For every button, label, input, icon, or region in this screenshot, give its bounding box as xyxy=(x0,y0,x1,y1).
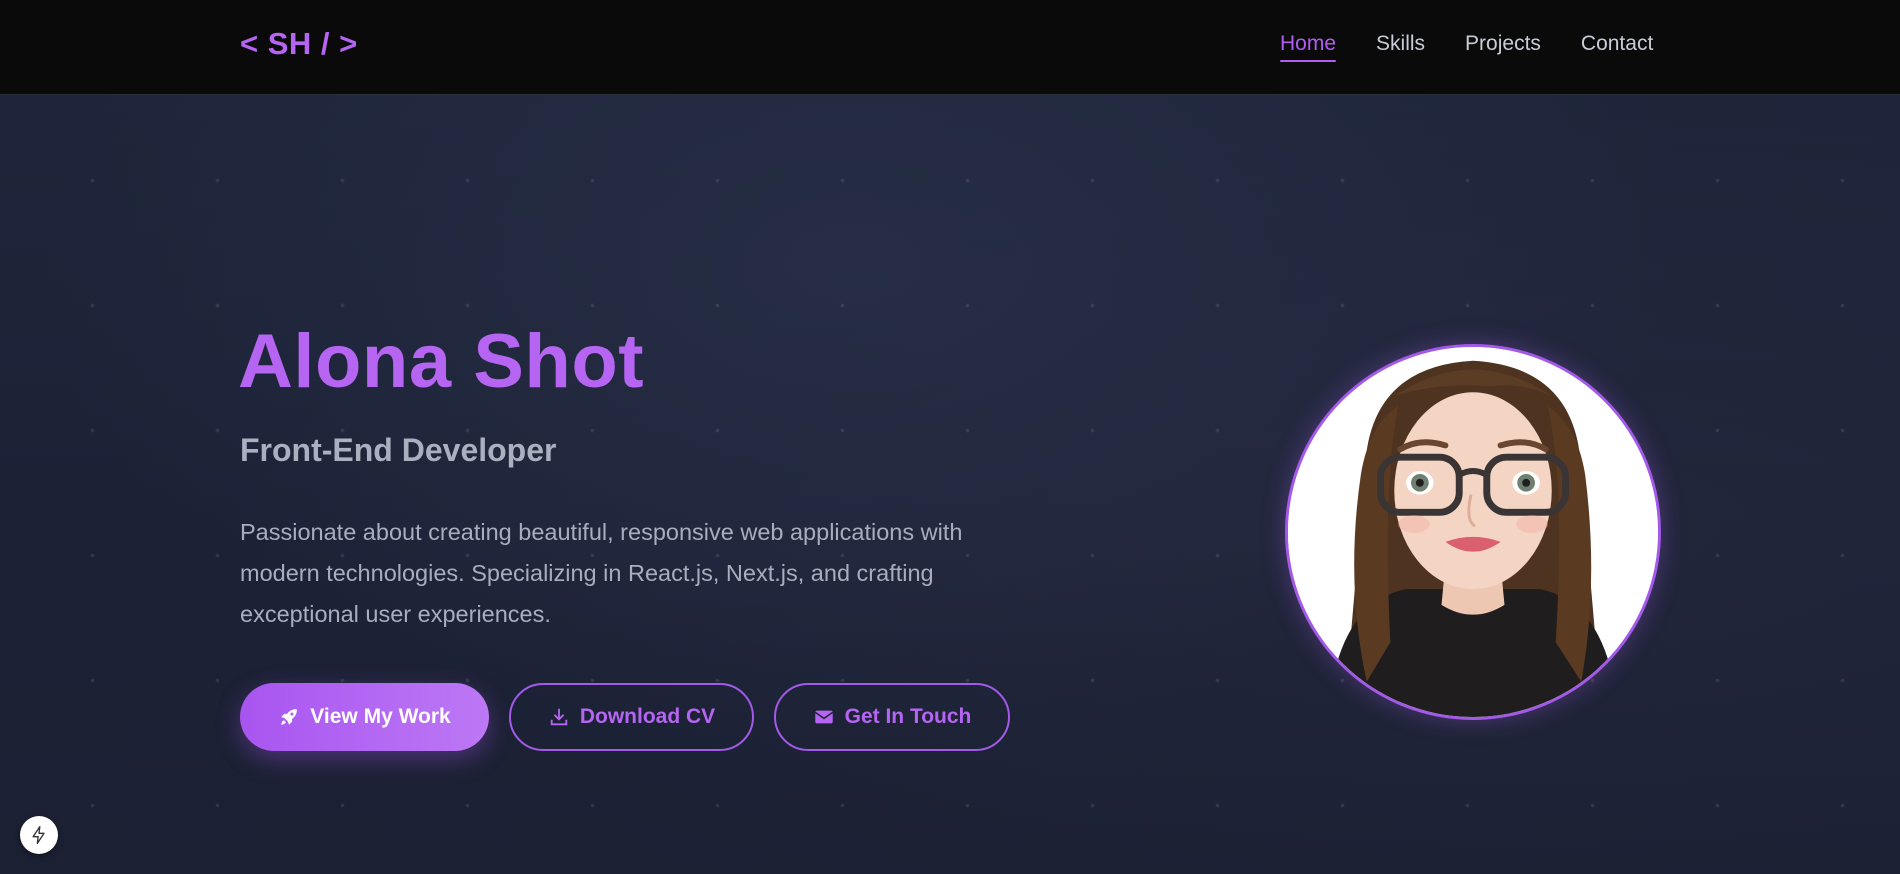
logo[interactable]: < SH / > xyxy=(240,26,358,62)
download-cv-button[interactable]: Download CV xyxy=(509,683,754,751)
get-in-touch-label: Get In Touch xyxy=(844,705,972,728)
page: < SH / > Home Skills Projects Contact Al… xyxy=(0,0,1900,874)
nav-link-projects[interactable]: Projects xyxy=(1465,32,1541,62)
lightning-bolt-icon[interactable] xyxy=(20,816,58,854)
nav-link-home[interactable]: Home xyxy=(1280,32,1337,62)
hero-role: Front-End Developer xyxy=(240,432,557,468)
envelope-icon xyxy=(813,706,835,728)
avatar xyxy=(1285,344,1661,720)
top-nav: < SH / > Home Skills Projects Contact xyxy=(0,0,1900,95)
view-my-work-button[interactable]: View My Work xyxy=(240,683,489,751)
avatar-illustration xyxy=(1288,347,1658,717)
hero-description: Passionate about creating beautiful, res… xyxy=(240,519,963,627)
view-my-work-label: View My Work xyxy=(310,705,451,728)
download-icon xyxy=(548,706,570,728)
hero-name: Alona Shot xyxy=(238,319,645,404)
get-in-touch-button[interactable]: Get In Touch xyxy=(774,683,1010,751)
nav-link-contact[interactable]: Contact xyxy=(1581,32,1653,62)
rocket-icon xyxy=(278,706,300,728)
nav-link-skills[interactable]: Skills xyxy=(1376,32,1425,62)
nav-links: Home Skills Projects Contact xyxy=(1280,32,1693,62)
download-cv-label: Download CV xyxy=(579,705,716,728)
